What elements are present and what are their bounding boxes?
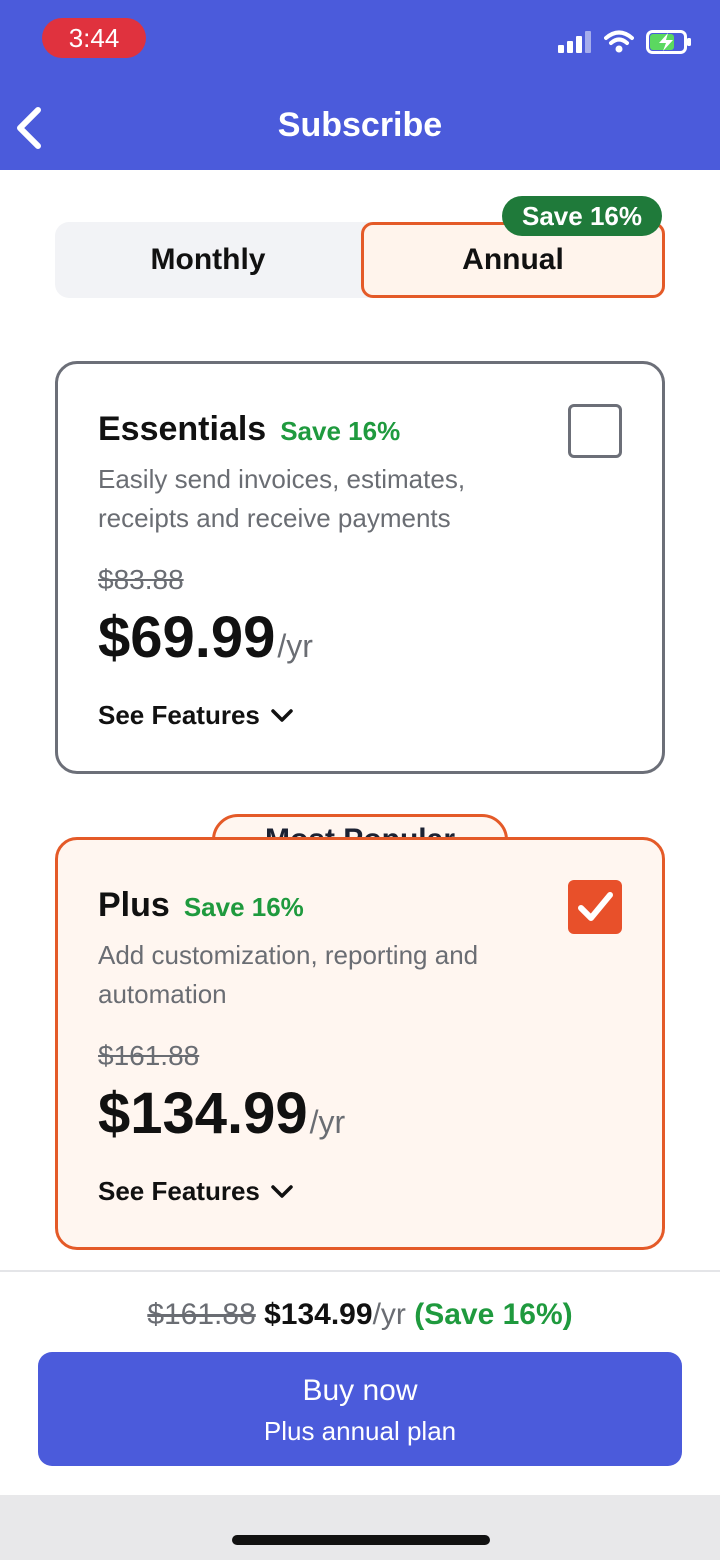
plan-save-label: Save 16% [280,416,401,446]
plan-name: Plus [98,886,170,924]
plan-card-essentials[interactable]: Essentials Save 16% Easily send invoices,… [55,361,665,774]
summary-price: $134.99 [264,1298,373,1331]
chevron-down-icon [271,708,293,722]
status-icons [558,26,692,58]
see-features-label: See Features [98,700,260,730]
plan-card-plus[interactable]: Plus Save 16% Add customization, reportin… [55,837,665,1250]
plan-title: Plus Save 16% [98,886,304,925]
plan-description: Add customization, reporting and automat… [98,940,479,1009]
annual-save-badge: Save 16% [502,196,662,236]
home-indicator-area [0,1495,720,1560]
signal-icon [558,31,591,53]
summary-period: /yr [372,1298,406,1331]
purchase-bar: $161.88 $134.99/yr (Save 16%) Buy now Pl… [0,1270,720,1495]
home-indicator[interactable] [232,1535,490,1545]
status-time: 3:44 [42,18,146,58]
price-value: $134.99 [98,1081,308,1146]
chevron-down-icon [271,1184,293,1198]
battery-charging-icon [646,30,691,54]
price-period: /yr [309,1104,346,1140]
summary-original-price: $161.88 [147,1298,256,1331]
plan-price: $134.99/yr [98,1080,345,1147]
see-features-link[interactable]: See Features [98,1176,294,1207]
plan-checkbox[interactable] [568,880,622,934]
plan-description: Easily send invoices, estimates, receipt… [98,464,466,533]
plan-title: Essentials Save 16% [98,410,400,449]
price-value: $69.99 [98,605,276,670]
original-price: $83.88 [98,564,184,595]
original-price: $161.88 [98,1040,200,1071]
plan-checkbox[interactable] [568,404,622,458]
price-summary: $161.88 $134.99/yr (Save 16%) [0,1298,720,1332]
app-header: 3:44 Subscribe [0,0,720,170]
wifi-icon [604,30,634,53]
tab-monthly[interactable]: Monthly [55,222,361,298]
plan-save-label: Save 16% [183,892,304,922]
checkmark-icon [578,892,613,921]
page-title: Subscribe [277,106,443,144]
price-period: /yr [277,628,313,664]
see-features-link[interactable]: See Features [98,700,294,731]
buy-now-sublabel: Plus annual plan [263,1416,457,1446]
buy-now-button[interactable]: Buy now Plus annual plan [38,1352,682,1466]
plan-price: $69.99/yr [98,604,313,671]
plan-name: Essentials [98,410,267,448]
buy-now-label: Buy now [302,1374,418,1407]
see-features-label: See Features [98,1176,260,1206]
summary-save-label: (Save 16%) [414,1298,573,1331]
